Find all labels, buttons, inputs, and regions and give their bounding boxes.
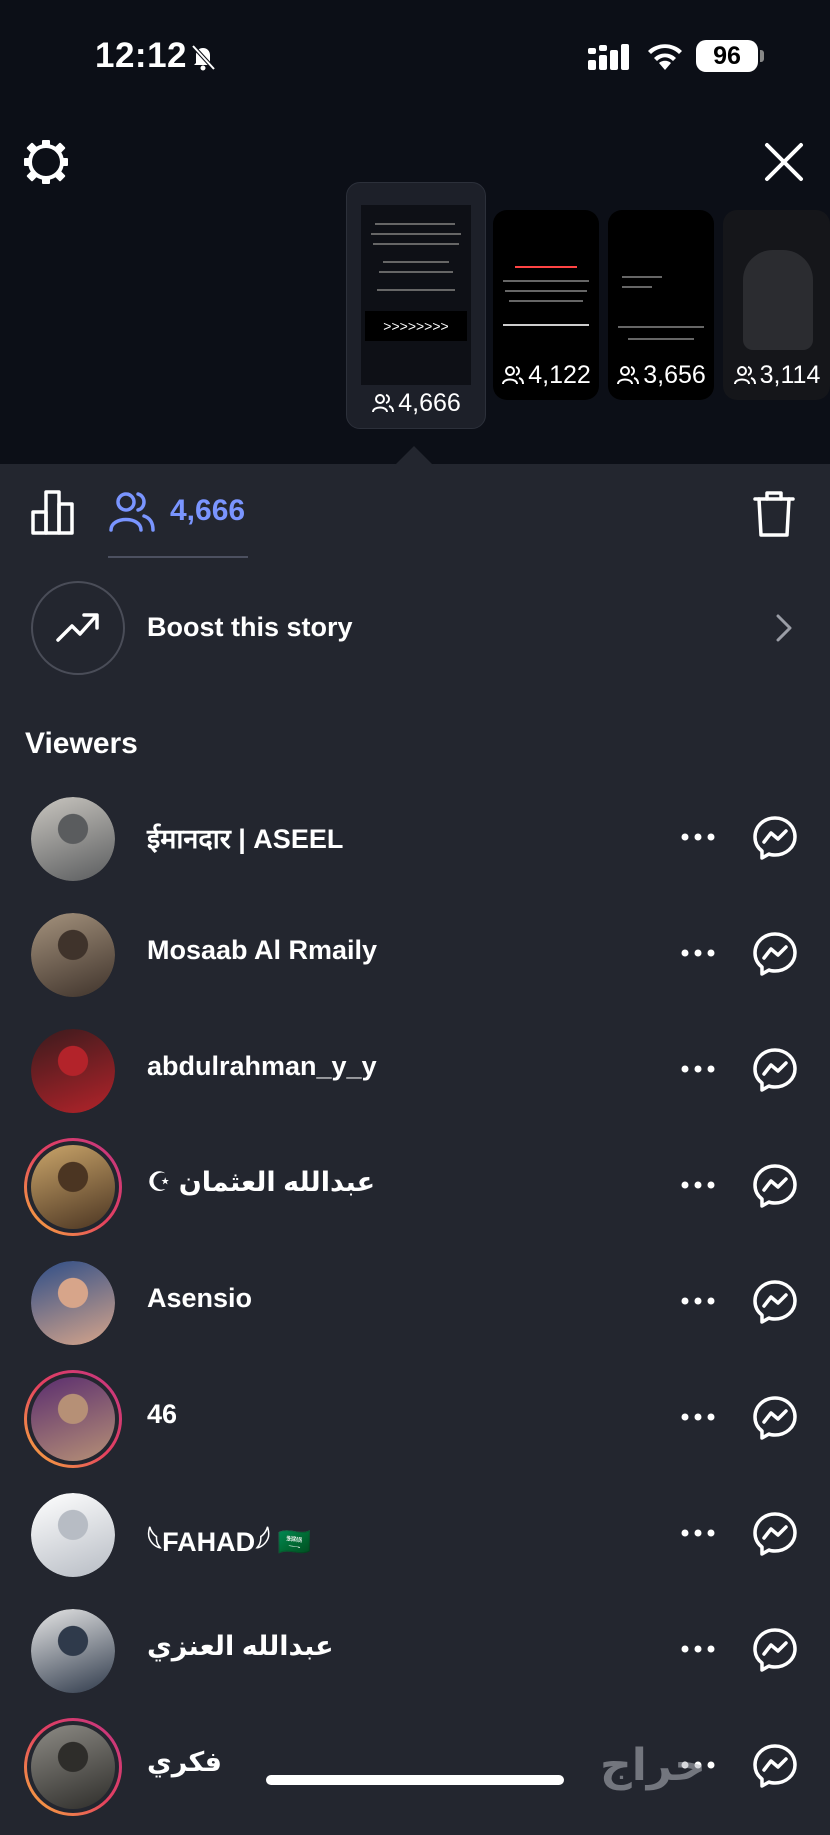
avatar[interactable] [24,1370,122,1468]
story-preview [361,205,471,385]
avatar-image [31,1725,115,1809]
avatar[interactable] [31,797,115,881]
viewer-row[interactable]: عبدالله العنزي [0,1609,830,1719]
wifi-icon [648,44,682,70]
viewers-icon [372,394,395,413]
story-preview-arrows: >>>>>>>> [365,311,467,341]
story-view-count: 4,666 [347,389,485,418]
viewer-name[interactable]: فكري [147,1747,222,1778]
story-view-count: 3,656 [608,361,714,390]
bell-slash-icon [191,44,216,71]
viewer-row[interactable]: abdulrahman_y_y [0,1029,830,1139]
avatar[interactable] [31,1261,115,1345]
viewer-name[interactable]: 𓆩FAHAD𓆪 🇸🇦 [147,1515,311,1560]
viewers-icon [617,366,640,385]
viewers-heading: Viewers [25,727,138,760]
avatar[interactable] [31,1609,115,1693]
messenger-icon[interactable] [752,1511,798,1557]
viewers-count[interactable]: 4,666 [170,494,245,528]
avatar[interactable] [31,1493,115,1577]
story-thumbnail[interactable]: 3,114 [723,210,830,400]
messenger-icon[interactable] [752,1395,798,1441]
viewers-icon [733,366,756,385]
close-icon[interactable] [760,138,808,186]
story-preview-figure [743,250,813,350]
viewer-name[interactable]: abdulrahman_y_y [147,1051,377,1082]
viewer-name[interactable]: Asensio [147,1283,252,1314]
story-view-count: 3,114 [723,361,830,390]
chevron-right-icon[interactable] [774,612,794,644]
home-indicator[interactable] [266,1775,564,1785]
viewer-name[interactable]: Mosaab Al Rmaily [147,935,377,966]
boost-label[interactable]: Boost this story [147,612,353,643]
trending-up-icon [56,613,99,642]
avatar-image [31,1493,115,1577]
battery-indicator: 96 [696,40,758,72]
insights-bar-chart-icon[interactable] [30,488,78,536]
story-view-count: 4,122 [493,361,599,390]
boost-button[interactable] [31,581,125,675]
avatar-image [31,1029,115,1113]
more-options-icon[interactable] [680,1175,716,1195]
messenger-icon[interactable] [752,931,798,977]
more-options-icon[interactable] [680,1407,716,1427]
status-bar: 12:12 96 [0,0,830,110]
more-options-icon[interactable] [680,943,716,963]
avatar[interactable] [31,913,115,997]
story-thumbnail-selected[interactable]: >>>>>>>> 4,666 [346,182,486,429]
avatar-image [31,913,115,997]
settings-gear-icon[interactable] [22,138,70,186]
avatar-image [31,1145,115,1229]
trash-icon[interactable] [752,490,796,538]
viewer-row[interactable]: 𓆩FAHAD𓆪 🇸🇦 [0,1493,830,1603]
more-options-icon[interactable] [680,1639,716,1659]
viewer-name[interactable]: ईमानदार | ASEEL [147,819,343,856]
viewer-name[interactable]: 46 [147,1399,177,1430]
viewers-icon [502,366,525,385]
viewer-row[interactable]: ईमानदार | ASEEL [0,797,830,907]
messenger-icon[interactable] [752,1163,798,1209]
viewer-name[interactable]: ☪︎ عبدالله العثمان [147,1167,375,1198]
active-tab-underline [108,556,248,558]
avatar-image [31,1377,115,1461]
viewers-icon[interactable] [108,490,156,532]
messenger-icon[interactable] [752,1627,798,1673]
battery-tip [760,50,764,62]
more-options-icon[interactable] [680,1059,716,1079]
story-thumbnail[interactable]: 4,122 [493,210,599,400]
messenger-icon[interactable] [752,1279,798,1325]
avatar[interactable] [31,1029,115,1113]
more-options-icon[interactable] [680,1291,716,1311]
viewer-row[interactable]: 46 [0,1373,830,1487]
avatar-image [31,1609,115,1693]
more-options-icon[interactable] [680,1523,716,1543]
avatar[interactable] [24,1138,122,1236]
avatar[interactable] [24,1718,122,1816]
more-options-icon[interactable] [680,827,716,847]
avatar-image [31,797,115,881]
messenger-icon[interactable] [752,1047,798,1093]
viewer-name[interactable]: عبدالله العنزي [147,1631,334,1662]
viewer-row[interactable]: Asensio [0,1261,830,1371]
viewer-row[interactable]: ☪︎ عبدالله العثمان [0,1141,830,1255]
viewer-row[interactable]: Mosaab Al Rmaily [0,913,830,1023]
avatar-image [31,1261,115,1345]
selected-story-pointer [394,446,434,466]
cellular-signal-icon [588,44,629,70]
watermark: حراج [600,1741,706,1790]
messenger-icon[interactable] [752,815,798,861]
story-thumbnail[interactable]: 3,656 [608,210,714,400]
status-time: 12:12 [95,36,188,75]
